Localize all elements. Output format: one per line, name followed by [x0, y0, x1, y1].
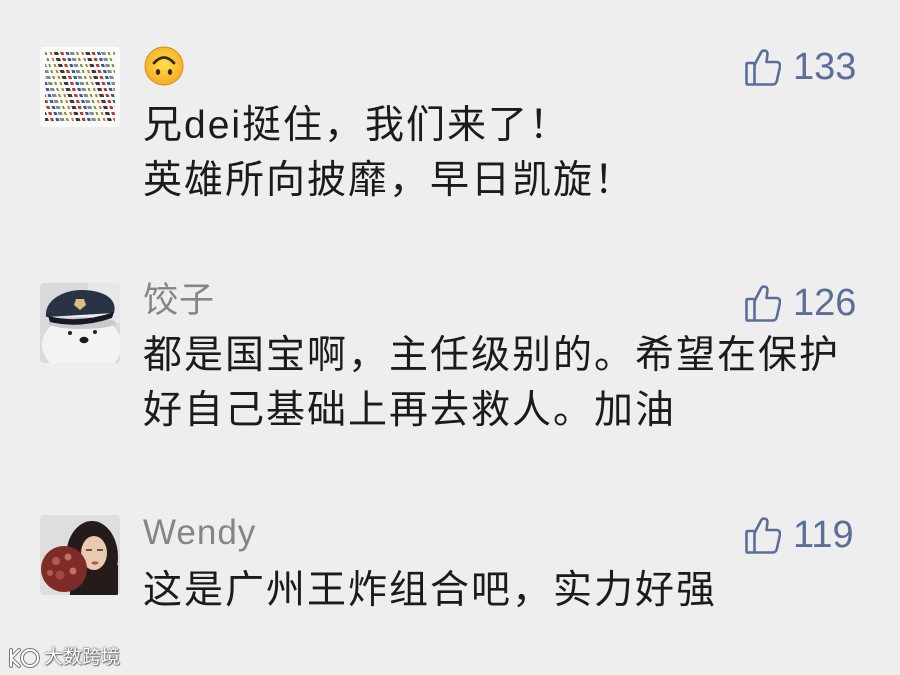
thumbs-up-icon-svg	[745, 517, 781, 554]
avatar	[40, 283, 120, 363]
bear-eye-left	[68, 331, 72, 335]
comment-text: 这是广州王炸组合吧，实力好强	[143, 563, 717, 618]
bear-nose	[79, 336, 89, 344]
avatar	[40, 515, 120, 595]
comment-text: 兄dei挺住，我们来了！ 英雄所向披靡，早日凯旋！	[143, 98, 635, 208]
thumbs-up-icon-svg	[745, 49, 781, 86]
thumbs-up-cuff	[745, 529, 756, 554]
lips	[91, 561, 99, 565]
flower-texture	[47, 570, 53, 576]
like-count: 119	[793, 514, 854, 556]
thumbs-up-hand	[753, 49, 781, 86]
woman-photo-avatar	[40, 515, 120, 595]
like-button[interactable]: 119	[743, 514, 863, 557]
comment-line: 这是广州王炸组合吧，实力好强	[143, 569, 718, 612]
thumbs-up-icon	[745, 48, 781, 86]
flower-texture	[69, 567, 77, 575]
comment-line: 好自己基础上再去救人。加油	[143, 389, 677, 432]
comment-item: 饺子 126 都是国宝啊，主任级别的。希望在保护 好自己基础上再去救人。加油	[0, 281, 900, 443]
emoji-face	[144, 46, 184, 86]
username: 饺子	[143, 281, 216, 320]
like-count: 126	[793, 282, 857, 324]
red-flower	[41, 546, 87, 592]
comment-line: 兄dei挺住，我们来了！	[143, 104, 571, 147]
bear-eye-right	[93, 330, 97, 334]
flower-texture	[55, 570, 65, 580]
comment-item: 133 兄dei挺住，我们来了！ 英雄所向披靡，早日凯旋！	[0, 45, 900, 212]
emoji-eye-left	[155, 69, 161, 75]
thumbs-up-icon	[745, 516, 781, 554]
comment-line: 英雄所向披靡，早日凯旋！	[143, 159, 636, 202]
thumbs-up-hand	[753, 517, 781, 554]
thumbs-up-icon-svg	[745, 285, 781, 322]
like-count: 133	[793, 46, 857, 88]
thumbs-up-icon	[745, 284, 781, 322]
watermark: 大数跨境	[8, 645, 148, 671]
upside-down-face-emoji	[143, 45, 185, 87]
watermark-logo-svg	[9, 648, 41, 668]
watermark-text: 大数跨境	[44, 647, 121, 668]
comment-item: Wendy 119 这是广州王炸组合吧，实力好强	[0, 513, 900, 625]
watermark-logo-icon	[8, 646, 42, 670]
username-emoji-icon	[144, 46, 184, 86]
comment-line: 都是国宝啊，主任级别的。希望在保护	[143, 334, 841, 377]
flower-texture	[52, 557, 60, 565]
polar-bear-avatar	[40, 283, 120, 363]
emoji-eye-right	[167, 69, 173, 75]
flower-texture	[64, 553, 72, 561]
thumbs-up-cuff	[745, 297, 756, 322]
avatar	[40, 47, 120, 127]
username: Wendy	[143, 513, 257, 552]
comment-text: 都是国宝啊，主任级别的。希望在保护 好自己基础上再去救人。加油	[143, 328, 840, 438]
thumbs-up-hand	[753, 285, 781, 322]
thumbs-up-cuff	[745, 61, 756, 86]
like-button[interactable]: 126	[743, 282, 863, 325]
like-button[interactable]: 133	[743, 46, 863, 89]
